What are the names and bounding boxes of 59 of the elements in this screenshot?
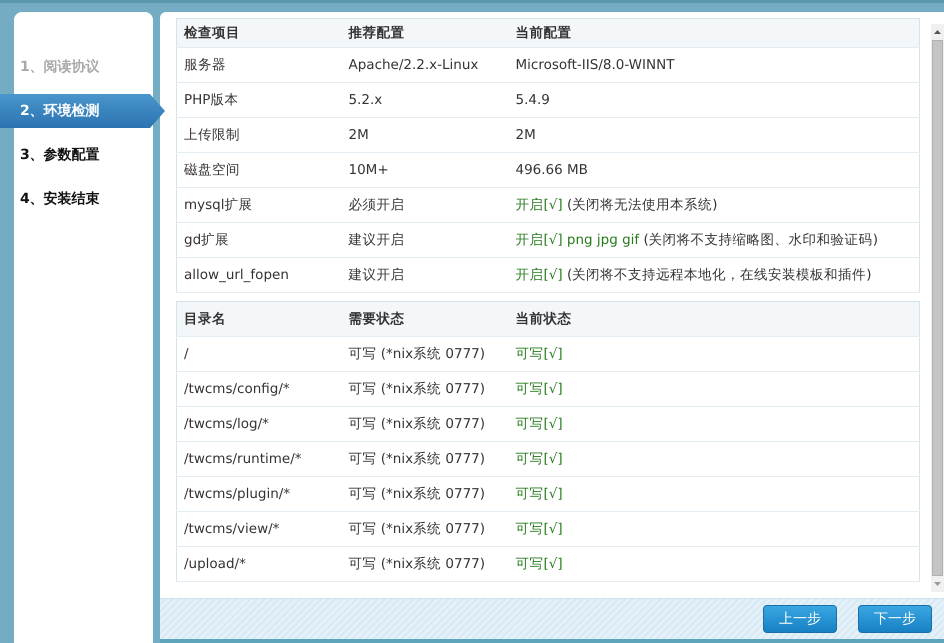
table-cell: 建议开启	[342, 258, 508, 292]
table-cell: 2M	[342, 118, 508, 152]
step-item[interactable]: 3、参数配置	[14, 138, 153, 172]
table-cell: 可写 (*nix系统 0777)	[342, 442, 508, 476]
note-text: (关闭将不支持远程本地化，在线安装模板和插件)	[566, 266, 872, 283]
status-text: 开启[√]	[516, 196, 563, 213]
status-text: 可写[√]	[516, 486, 563, 502]
nav-button[interactable]: 下一步	[858, 605, 932, 633]
table-cell: 服务器	[176, 48, 342, 82]
table-cell: Apache/2.2.x-Linux	[342, 48, 508, 82]
note-text: (关闭将不支持缩略图、水印和验证码)	[643, 232, 878, 248]
column-header: 当前状态	[508, 302, 920, 336]
note-text: (关闭将无法使用本系统)	[566, 196, 718, 213]
status-text: 开启[√]	[516, 266, 563, 283]
table-cell: mysql扩展	[176, 188, 342, 222]
status-text: 可写[√]	[516, 556, 563, 572]
table-cell: 496.66 MB	[508, 152, 920, 188]
table-cell: /twcms/config/*	[176, 372, 342, 406]
step-item[interactable]: 1、阅读协议	[14, 50, 153, 84]
table-cell: 可写 (*nix系统 0777)	[342, 336, 508, 372]
table-cell: 上传限制	[176, 118, 342, 152]
table-cell: 必须开启	[342, 188, 508, 222]
table-cell: allow_url_fopen	[176, 258, 342, 292]
table-cell: 5.4.9	[508, 82, 920, 118]
status-text: 可写[√]	[516, 520, 563, 537]
table-cell: 10M+	[342, 152, 508, 188]
step-item[interactable]: 4、安装结束	[14, 182, 153, 216]
status-text: 可写[√]	[516, 450, 563, 467]
table-cell: 5.2.x	[342, 82, 508, 118]
table-cell: /upload/*	[176, 546, 342, 582]
status-text: 可写[√]	[516, 346, 563, 362]
table-cell: 建议开启	[342, 222, 508, 258]
table-cell: /	[176, 336, 342, 372]
table-cell: 可写 (*nix系统 0777)	[342, 406, 508, 442]
table-cell: gd扩展	[176, 222, 342, 258]
table-cell: /twcms/log/*	[176, 406, 342, 442]
table-cell: /twcms/runtime/*	[176, 442, 342, 476]
table-cell: /twcms/plugin/*	[176, 476, 342, 512]
column-header: 检查项目	[176, 18, 342, 48]
status-text: 开启[√] png jpg gif	[516, 232, 640, 248]
nav-button[interactable]: 上一步	[763, 605, 837, 633]
table-cell: 磁盘空间	[176, 152, 342, 188]
table-cell: /twcms/view/*	[176, 512, 342, 546]
table-cell: 2M	[508, 118, 920, 152]
scrollbar-thumb[interactable]	[932, 40, 943, 576]
status-text: 可写[√]	[516, 416, 563, 432]
table-cell: PHP版本	[176, 82, 342, 118]
column-header: 当前配置	[508, 18, 920, 48]
table-cell: 可写 (*nix系统 0777)	[342, 512, 508, 546]
table-cell: 可写 (*nix系统 0777)	[342, 476, 508, 512]
table-cell: Microsoft-IIS/8.0-WINNT	[508, 48, 920, 82]
status-text: 可写[√]	[516, 380, 563, 397]
column-header: 需要状态	[342, 302, 508, 336]
scrollbar[interactable]	[931, 24, 944, 592]
column-header: 目录名	[176, 302, 342, 336]
table-cell: 可写 (*nix系统 0777)	[342, 546, 508, 582]
column-header: 推荐配置	[342, 18, 508, 48]
table-cell: 可写 (*nix系统 0777)	[342, 372, 508, 406]
step-item[interactable]: 2、环境检测	[0, 94, 165, 128]
